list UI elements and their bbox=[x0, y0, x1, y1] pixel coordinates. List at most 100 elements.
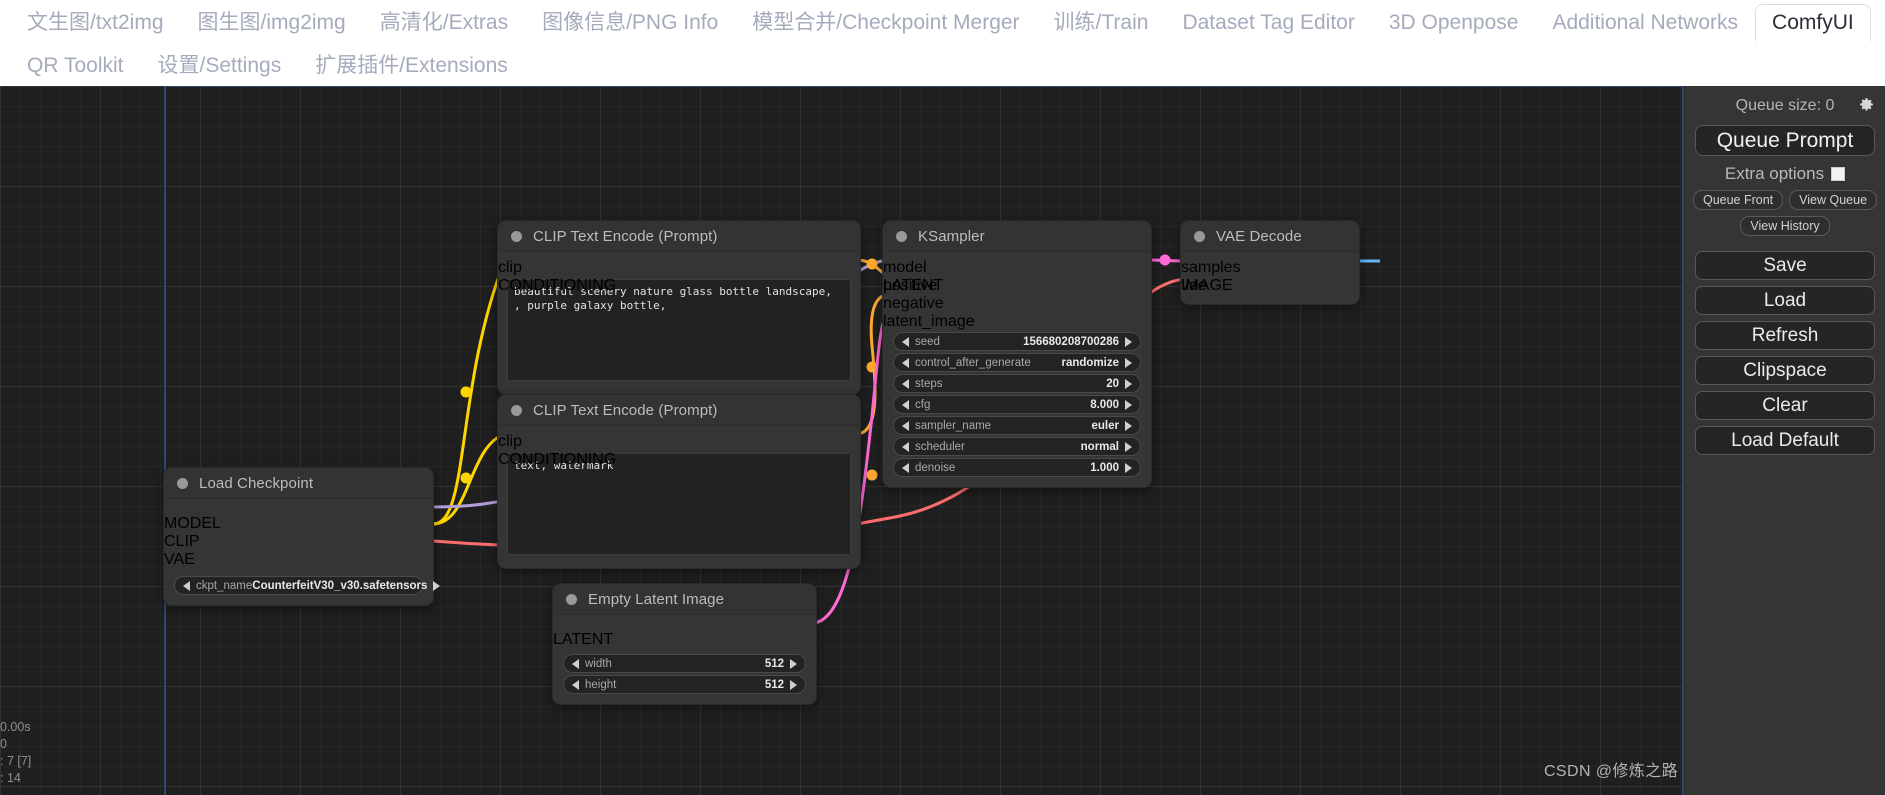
clipspace-button[interactable]: Clipspace bbox=[1695, 356, 1875, 385]
decrement-arrow-icon[interactable] bbox=[572, 679, 579, 690]
decrement-arrow-icon[interactable] bbox=[183, 580, 190, 591]
graph-canvas[interactable]: CLIP Text Encode (Prompt) clip CONDITION… bbox=[0, 86, 1885, 795]
collapse-dot-icon[interactable] bbox=[511, 404, 522, 416]
node-title-bar[interactable]: Empty Latent Image bbox=[553, 584, 816, 615]
widget-value: normal bbox=[1080, 440, 1119, 453]
top-tab-bar: 文生图/txt2img 图生图/img2img 高清化/Extras 图像信息/… bbox=[0, 0, 1885, 86]
extra-options-label: Extra options bbox=[1724, 164, 1825, 183]
tab-row-1: 文生图/txt2img 图生图/img2img 高清化/Extras 图像信息/… bbox=[6, 0, 1879, 43]
decrement-arrow-icon[interactable] bbox=[902, 420, 909, 431]
tab-extras[interactable]: 高清化/Extras bbox=[363, 4, 525, 41]
decrement-arrow-icon[interactable] bbox=[902, 378, 909, 389]
increment-arrow-icon[interactable] bbox=[433, 580, 441, 591]
tab-settings[interactable]: 设置/Settings bbox=[140, 48, 298, 84]
refresh-button[interactable]: Refresh bbox=[1695, 321, 1875, 350]
increment-arrow-icon[interactable] bbox=[1125, 462, 1132, 473]
tab-txt2img[interactable]: 文生图/txt2img bbox=[10, 4, 181, 41]
node-title-bar[interactable]: KSampler bbox=[883, 221, 1151, 252]
widget-value: 1.000 bbox=[1090, 461, 1119, 474]
node-vae-decode[interactable]: VAE Decode samples IMAGE vae bbox=[1180, 220, 1360, 305]
increment-arrow-icon[interactable] bbox=[790, 658, 797, 669]
save-button[interactable]: Save bbox=[1695, 251, 1875, 280]
tab-qr-toolkit[interactable]: QR Toolkit bbox=[10, 48, 140, 84]
tab-3d-openpose[interactable]: 3D Openpose bbox=[1372, 4, 1536, 41]
slot-row-samples: samples IMAGE bbox=[1181, 259, 1359, 294]
queue-front-button[interactable]: Queue Front bbox=[1692, 190, 1784, 210]
tab-img2img[interactable]: 图生图/img2img bbox=[181, 4, 363, 41]
increment-arrow-icon[interactable] bbox=[1125, 336, 1132, 347]
extra-options-row: Extra options bbox=[1695, 164, 1875, 184]
slot-label-conditioning: CONDITIONING bbox=[498, 451, 617, 468]
extra-options-checkbox[interactable] bbox=[1831, 167, 1846, 181]
tab-png-info[interactable]: 图像信息/PNG Info bbox=[525, 4, 735, 41]
decrement-arrow-icon[interactable] bbox=[902, 441, 909, 452]
queue-buttons-row: Queue Front View Queue bbox=[1692, 190, 1878, 210]
collapse-dot-icon[interactable] bbox=[177, 477, 188, 489]
slot-label-samples: samples bbox=[1181, 259, 1241, 276]
widget-denoise[interactable]: denoise 1.000 bbox=[893, 458, 1141, 477]
slot-label-clip: CLIP bbox=[164, 533, 200, 550]
view-history-button[interactable]: View History bbox=[1740, 216, 1830, 236]
load-default-button[interactable]: Load Default bbox=[1695, 426, 1875, 455]
widget-cfg[interactable]: cfg 8.000 bbox=[893, 395, 1141, 414]
widget-control-after-generate[interactable]: control_after_generate randomize bbox=[893, 353, 1141, 372]
decrement-arrow-icon[interactable] bbox=[572, 658, 579, 669]
increment-arrow-icon[interactable] bbox=[790, 679, 797, 690]
widget-ckpt-name[interactable]: ckpt_name CounterfeitV30_v30.safetensors bbox=[174, 576, 441, 595]
node-empty-latent-image[interactable]: Empty Latent Image LATENT width 512 heig… bbox=[552, 583, 817, 705]
widget-steps[interactable]: steps 20 bbox=[893, 374, 1141, 393]
node-title-text: Empty Latent Image bbox=[588, 590, 725, 608]
load-button[interactable]: Load bbox=[1695, 286, 1875, 315]
tab-dataset-tag-editor[interactable]: Dataset Tag Editor bbox=[1165, 4, 1371, 41]
history-row: View History bbox=[1695, 216, 1875, 236]
slot-row-model: model LATENT bbox=[883, 259, 1151, 294]
increment-arrow-icon[interactable] bbox=[1125, 378, 1132, 389]
slot-row-clip: clip CONDITIONING bbox=[498, 433, 860, 468]
clear-button[interactable]: Clear bbox=[1695, 391, 1875, 420]
slot-row-vae-out: VAE bbox=[164, 551, 433, 568]
node-ksampler[interactable]: KSampler model LATENT positive negative bbox=[882, 220, 1152, 488]
queue-prompt-button[interactable]: Queue Prompt bbox=[1695, 125, 1875, 156]
collapse-dot-icon[interactable] bbox=[896, 230, 907, 242]
widget-sampler-name[interactable]: sampler_name euler bbox=[893, 416, 1141, 435]
tab-comfyui[interactable]: ComfyUI bbox=[1755, 4, 1871, 41]
increment-arrow-icon[interactable] bbox=[1125, 357, 1132, 368]
widget-height[interactable]: height 512 bbox=[563, 675, 806, 694]
collapse-dot-icon[interactable] bbox=[511, 230, 522, 242]
slot-row-positive: positive bbox=[883, 277, 1151, 294]
collapse-dot-icon[interactable] bbox=[566, 593, 577, 605]
widget-seed[interactable]: seed 156680208700286 bbox=[893, 332, 1141, 351]
tab-extensions[interactable]: 扩展插件/Extensions bbox=[298, 48, 525, 84]
widget-width[interactable]: width 512 bbox=[563, 654, 806, 673]
tab-checkpoint-merger[interactable]: 模型合并/Checkpoint Merger bbox=[735, 4, 1036, 41]
tab-additional-networks[interactable]: Additional Networks bbox=[1535, 4, 1755, 41]
node-title-bar[interactable]: CLIP Text Encode (Prompt) bbox=[498, 395, 860, 426]
node-load-checkpoint[interactable]: Load Checkpoint MODEL CLIP VAE ckpt_name… bbox=[163, 467, 441, 606]
node-title-bar[interactable]: VAE Decode bbox=[1181, 221, 1359, 252]
widget-value: 156680208700286 bbox=[1023, 335, 1119, 348]
widget-value: 512 bbox=[764, 678, 784, 691]
decrement-arrow-icon[interactable] bbox=[902, 336, 909, 347]
slot-row-clip: clip CONDITIONING bbox=[498, 259, 860, 294]
decrement-arrow-icon[interactable] bbox=[902, 357, 909, 368]
gear-icon[interactable] bbox=[1858, 96, 1875, 113]
view-queue-button[interactable]: View Queue bbox=[1789, 190, 1878, 210]
tab-train[interactable]: 训练/Train bbox=[1037, 4, 1166, 41]
decrement-arrow-icon[interactable] bbox=[902, 399, 909, 410]
node-title-bar[interactable]: Load Checkpoint bbox=[164, 468, 433, 499]
widget-value: CounterfeitV30_v30.safetensors bbox=[252, 579, 428, 592]
slot-label-conditioning: CONDITIONING bbox=[498, 277, 617, 294]
node-clip-text-encode-positive[interactable]: CLIP Text Encode (Prompt) clip CONDITION… bbox=[497, 220, 861, 395]
increment-arrow-icon[interactable] bbox=[1125, 441, 1132, 452]
increment-arrow-icon[interactable] bbox=[1125, 399, 1132, 410]
increment-arrow-icon[interactable] bbox=[1125, 420, 1132, 431]
widget-label: denoise bbox=[915, 461, 956, 474]
decrement-arrow-icon[interactable] bbox=[902, 462, 909, 473]
slot-label-vae: VAE bbox=[164, 551, 195, 568]
widget-value: euler bbox=[1091, 419, 1120, 432]
slot-label-latent-image: latent_image bbox=[883, 313, 975, 330]
collapse-dot-icon[interactable] bbox=[1194, 230, 1205, 242]
node-clip-text-encode-negative[interactable]: CLIP Text Encode (Prompt) clip CONDITION… bbox=[497, 394, 861, 569]
node-title-bar[interactable]: CLIP Text Encode (Prompt) bbox=[498, 221, 860, 252]
widget-scheduler[interactable]: scheduler normal bbox=[893, 437, 1141, 456]
